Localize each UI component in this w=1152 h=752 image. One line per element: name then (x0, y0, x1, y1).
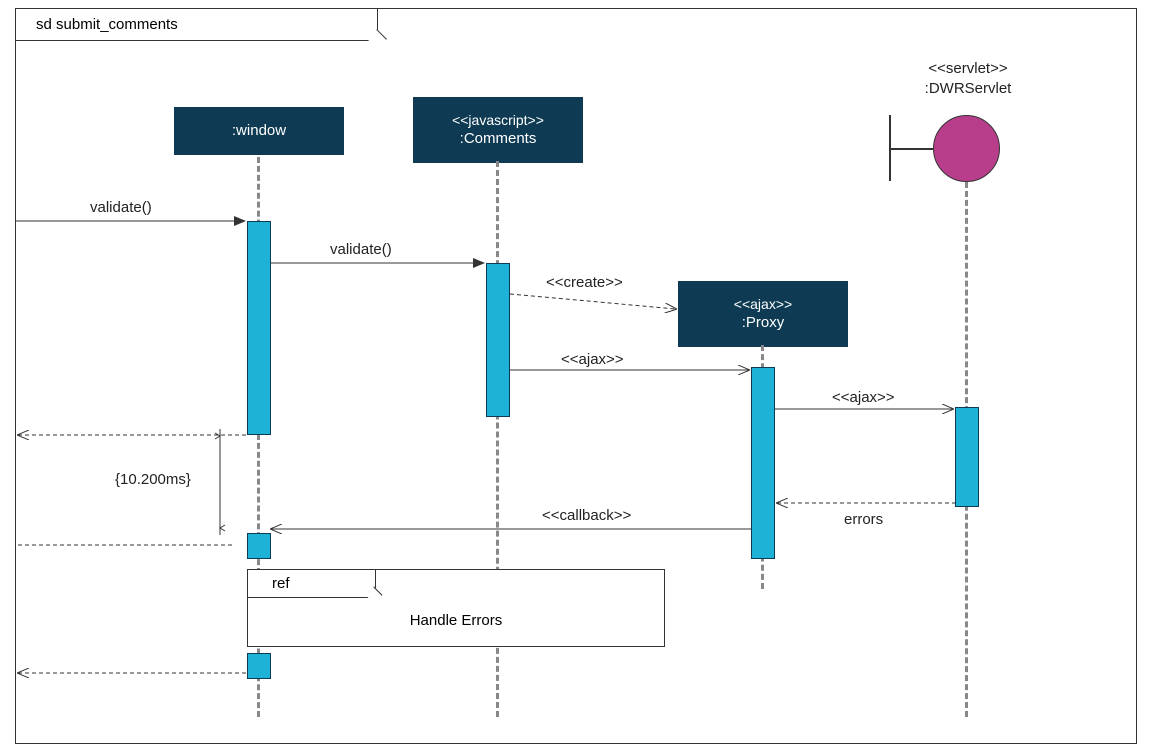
boundary-circle-icon (933, 115, 1000, 182)
frame-title-box: sd submit_comments (16, 9, 378, 41)
ref-label: Handle Errors (248, 612, 664, 629)
msg-validate2: validate() (330, 241, 392, 258)
lifeline-servlet-stereo: <<servlet>> (888, 59, 1048, 79)
msg-callback: <<callback>> (542, 507, 631, 524)
lifeline-window-label: :window (196, 121, 322, 141)
lifeline-proxy-label: :Proxy (700, 313, 826, 333)
activation-window-2 (247, 533, 271, 559)
activation-comments-1 (486, 263, 510, 417)
frame-title: sd submit_comments (36, 16, 178, 33)
activation-window-3 (247, 653, 271, 679)
lifeline-comments-head: <<javascript>> :Comments (413, 97, 583, 163)
activation-proxy-1 (751, 367, 775, 559)
activation-window-1 (247, 221, 271, 435)
lifeline-proxy-stereo: <<ajax>> (700, 295, 826, 313)
ref-tag: ref (272, 575, 290, 592)
msg-errors: errors (844, 511, 883, 528)
lifeline-window-head: :window (174, 107, 344, 155)
duration-constraint: {10.200ms} (115, 471, 191, 488)
ref-tag-box: ref (248, 570, 376, 598)
lifeline-comments-label: :Comments (435, 129, 561, 149)
msg-create: <<create>> (546, 274, 623, 291)
boundary-horizontal-icon (889, 148, 933, 150)
ref-frame: ref Handle Errors (247, 569, 665, 647)
lifeline-proxy-head: <<ajax>> :Proxy (678, 281, 848, 347)
lifeline-comments-stereo: <<javascript>> (435, 111, 561, 129)
msg-ajax2: <<ajax>> (832, 389, 895, 406)
diagram-frame: sd submit_comments :window <<javascript>… (15, 8, 1137, 744)
msg-ajax1: <<ajax>> (561, 351, 624, 368)
sequence-diagram: sd submit_comments :window <<javascript>… (0, 0, 1152, 752)
activation-servlet-1 (955, 407, 979, 507)
lifeline-servlet-label: :DWRServlet (888, 79, 1048, 99)
lifeline-servlet-label-box: <<servlet>> :DWRServlet (888, 59, 1048, 98)
msg-validate1: validate() (90, 199, 152, 216)
